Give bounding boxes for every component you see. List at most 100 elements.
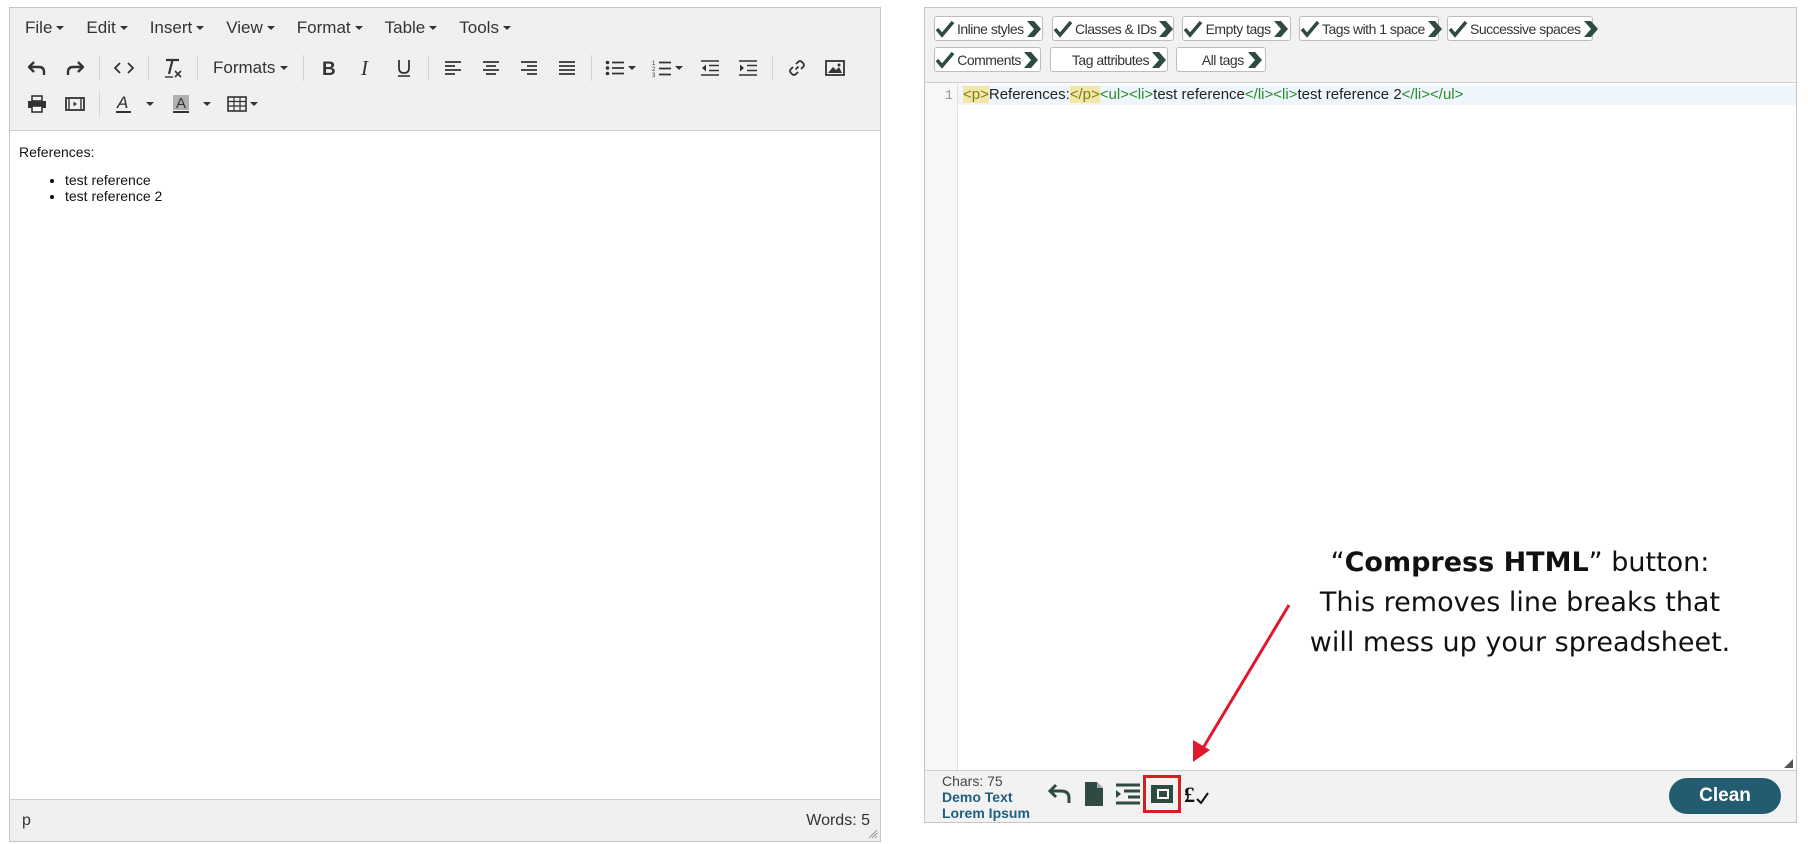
chevron-down-icon — [56, 25, 65, 30]
chevron-right-icon — [1273, 20, 1290, 38]
menu-label: Insert — [149, 17, 193, 37]
align-justify-button[interactable] — [548, 52, 586, 84]
indent-button[interactable] — [729, 52, 767, 84]
menu-label: File — [25, 17, 53, 37]
chevron-right-icon — [1158, 20, 1174, 38]
chevron-down-icon — [502, 25, 511, 30]
option-inline-styles[interactable]: Inline styles — [934, 16, 1043, 41]
code-text: test reference 2 — [1297, 86, 1402, 103]
new-document-button[interactable] — [1078, 778, 1110, 810]
table-button[interactable] — [219, 88, 266, 120]
print-button[interactable] — [18, 88, 56, 120]
encode-characters-button[interactable]: £ — [1180, 778, 1212, 810]
option-classes-ids[interactable]: Classes & IDs — [1052, 16, 1174, 41]
code-tag: </p> — [1069, 86, 1100, 103]
clear-format-icon — [165, 58, 182, 78]
resize-handle-icon[interactable] — [868, 829, 878, 839]
toolbar-divider — [303, 55, 305, 81]
chevron-right-icon — [1246, 51, 1265, 69]
toolbar-divider — [428, 55, 430, 81]
outdent-button[interactable] — [691, 52, 729, 84]
clean-button[interactable]: Clean — [1669, 778, 1781, 814]
element-path[interactable]: p — [22, 812, 31, 830]
menu-view[interactable]: View — [215, 18, 286, 38]
table-icon — [227, 96, 247, 112]
toolbar-divider — [99, 55, 100, 81]
insert-image-button[interactable] — [816, 52, 854, 84]
demo-text-link[interactable]: Demo Text — [942, 789, 1030, 805]
menu-tools[interactable]: Tools — [448, 18, 522, 38]
redo-icon — [66, 61, 85, 75]
chevron-right-icon — [1151, 51, 1167, 69]
menu-table[interactable]: Table — [374, 18, 449, 38]
chevron-right-icon — [1026, 20, 1042, 38]
toolbar-row-2: A A — [10, 86, 880, 122]
text-color-button[interactable]: A — [105, 88, 162, 120]
align-left-button[interactable] — [434, 52, 472, 84]
option-tag-attributes[interactable]: Tag attributes — [1050, 47, 1168, 72]
annotation-callout: “Compress HTML” button: This removes lin… — [1280, 543, 1760, 663]
redo-button[interactable] — [56, 52, 94, 84]
bold-button[interactable]: B — [309, 52, 347, 84]
checkmark-icon — [1448, 20, 1468, 38]
source-code-button[interactable] — [105, 52, 143, 84]
option-all-tags[interactable]: All tags — [1176, 47, 1266, 72]
undo-icon — [27, 61, 46, 75]
undo-button[interactable] — [18, 52, 56, 84]
code-tag: <ul> — [1099, 86, 1129, 103]
code-text: References: — [988, 86, 1070, 103]
compress-html-button[interactable] — [1143, 775, 1181, 813]
code-tag: <li> — [1128, 86, 1154, 103]
html-cleaner-panel: Inline styles Classes & IDs Empty tags T… — [924, 7, 1797, 823]
chevron-down-icon — [196, 25, 205, 30]
undo-clean-button[interactable] — [1044, 778, 1076, 810]
formats-dropdown[interactable]: Formats — [203, 58, 298, 78]
bullet-list-button[interactable] — [597, 52, 644, 84]
option-label: Empty tags — [1205, 20, 1272, 37]
svg-text:A: A — [176, 95, 186, 112]
numbered-list-button[interactable]: 123 — [644, 52, 691, 84]
indent-html-button[interactable] — [1112, 778, 1144, 810]
editor-content[interactable]: References: test reference test referenc… — [10, 132, 880, 799]
background-color-button[interactable]: A — [162, 88, 219, 120]
toolbar-row-1: Formats B I 123 — [10, 50, 880, 86]
resize-handle-icon[interactable] — [1784, 759, 1793, 768]
undo-icon — [1047, 783, 1071, 803]
insert-link-button[interactable] — [778, 52, 816, 84]
menu-file[interactable]: File — [14, 18, 75, 38]
lorem-ipsum-link[interactable]: Lorem Ipsum — [942, 805, 1030, 821]
menu-format[interactable]: Format — [286, 18, 374, 38]
code-line[interactable]: <p>References:</p><ul><li>test reference… — [958, 85, 1796, 105]
annotation-line-3: will mess up your spreadsheet. — [1309, 627, 1731, 658]
menu-label: Tools — [459, 17, 499, 37]
align-center-button[interactable] — [472, 52, 510, 84]
code-tag: <li> — [1273, 86, 1298, 103]
option-label: Inline styles — [957, 20, 1024, 37]
references-list: test reference test reference 2 — [19, 172, 871, 204]
list-item: test reference 2 — [65, 188, 871, 204]
option-label: Successive spaces — [1470, 20, 1581, 37]
menu-edit[interactable]: Edit — [75, 18, 138, 38]
code-tag: </li> — [1401, 86, 1431, 103]
indent-icon — [739, 60, 758, 76]
menu-insert[interactable]: Insert — [139, 18, 216, 38]
toolbar-divider — [591, 55, 593, 81]
chevron-down-icon — [429, 25, 438, 30]
link-icon — [789, 60, 806, 76]
checkmark-icon — [1300, 20, 1320, 38]
insert-media-button[interactable] — [56, 88, 94, 120]
option-tags-with-1-space[interactable]: Tags with 1 space — [1299, 16, 1442, 41]
underline-button[interactable] — [385, 52, 423, 84]
clear-formatting-button[interactable] — [154, 52, 192, 84]
line-number: 1 — [944, 88, 953, 104]
html-code-editor[interactable]: 1 <p>References:</p><ul><li>test referen… — [925, 83, 1796, 771]
option-successive-spaces[interactable]: Successive spaces — [1447, 16, 1598, 41]
chevron-down-icon — [203, 102, 211, 106]
code-tag: <p> — [963, 86, 989, 103]
print-icon — [28, 95, 46, 113]
italic-button[interactable]: I — [347, 52, 385, 84]
option-comments[interactable]: Comments — [934, 47, 1041, 72]
option-empty-tags[interactable]: Empty tags — [1182, 16, 1291, 41]
svg-text:A: A — [116, 94, 128, 112]
align-right-button[interactable] — [510, 52, 548, 84]
